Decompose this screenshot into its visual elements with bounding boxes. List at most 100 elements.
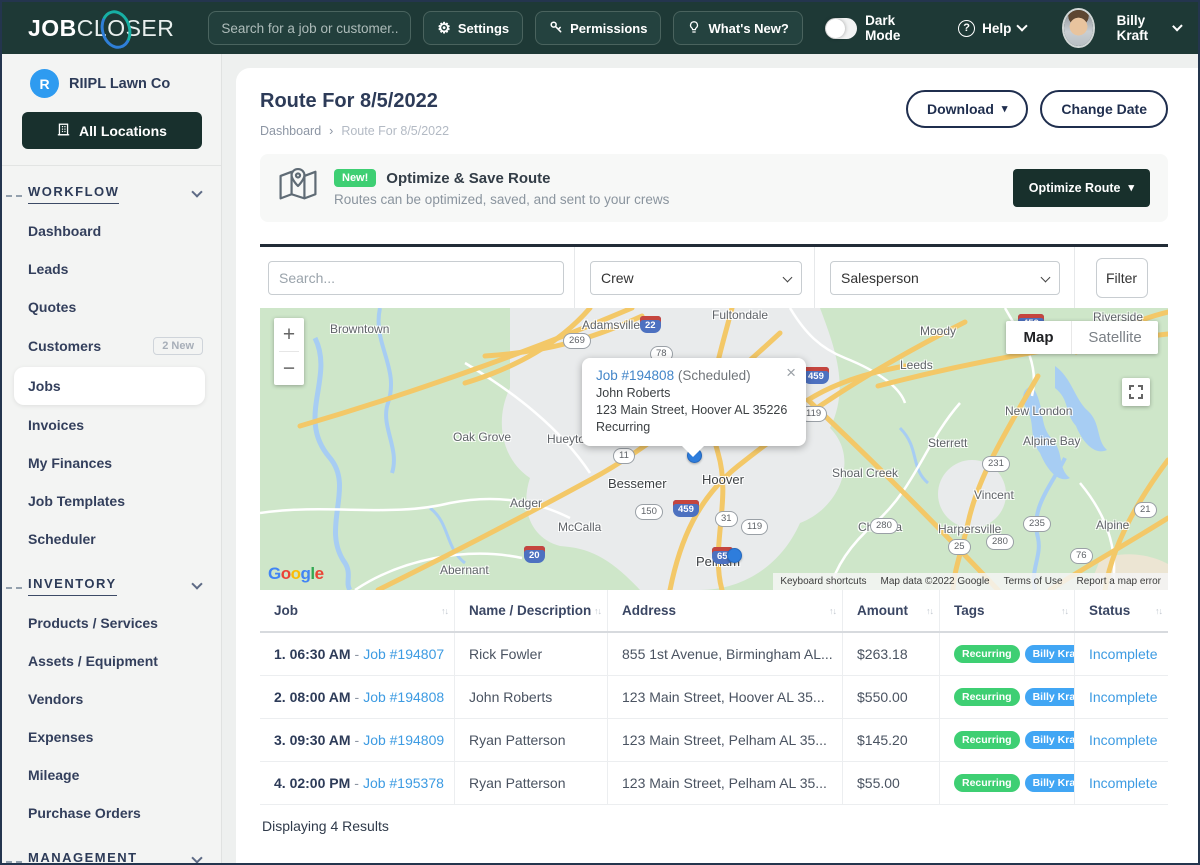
job-link[interactable]: Job #194808 — [363, 689, 444, 705]
sidebar-item-my-finances[interactable]: My Finances — [2, 444, 221, 482]
tag-pill-billy-kraft[interactable]: Billy Kraft — [1025, 645, 1075, 663]
permissions-button[interactable]: Permissions — [535, 11, 661, 45]
tag-pill-billy-kraft[interactable]: Billy Kraft — [1025, 731, 1075, 749]
sidebar-section-management[interactable]: MANAGEMENT — [2, 832, 221, 865]
map-info-window: × Job #194808 (Scheduled) John Roberts 1… — [582, 358, 806, 446]
sidebar-item-quotes[interactable]: Quotes — [2, 288, 221, 326]
sidebar-item-vendors[interactable]: Vendors — [2, 680, 221, 718]
sort-icon[interactable]: ↑↓ — [829, 606, 836, 616]
sidebar-item-leads[interactable]: Leads — [2, 250, 221, 288]
new-count-badge: 2 New — [153, 337, 203, 355]
tag-pill-billy-kraft[interactable]: Billy Kraft — [1025, 688, 1075, 706]
sidebar-item-mileage[interactable]: Mileage — [2, 756, 221, 794]
user-name: Billy Kraft — [1117, 13, 1165, 43]
interstate-shield-20: 20 — [524, 546, 545, 563]
page-title: Route For 8/5/2022 — [260, 90, 449, 113]
popup-job-link[interactable]: Job #194808 — [596, 368, 674, 383]
job-link[interactable]: Job #194807 — [363, 646, 444, 662]
route-map[interactable]: BrowntownAdamsvilleFultondaleMoodyLeedsR… — [260, 308, 1168, 590]
sidebar-item-job-templates[interactable]: Job Templates — [2, 482, 221, 520]
sidebar-nav: WORKFLOW DashboardLeadsQuotesCustomers2 N… — [2, 166, 221, 865]
sidebar-section-label: WORKFLOW — [28, 184, 119, 204]
download-button[interactable]: Download ▾ — [906, 90, 1028, 128]
zoom-in-button[interactable]: + — [274, 318, 304, 351]
job-link[interactable]: Job #195378 — [363, 775, 444, 791]
optimize-route-button[interactable]: Optimize Route ▾ — [1013, 169, 1150, 207]
job-number-time: 1. 06:30 AM — [274, 646, 351, 662]
crew-select[interactable]: Crew — [590, 261, 802, 295]
job-link[interactable]: Job #194809 — [363, 732, 444, 748]
user-menu[interactable]: Billy Kraft — [1117, 13, 1180, 43]
sidebar-item-expenses[interactable]: Expenses — [2, 718, 221, 756]
address-cell: 123 Main Street, Pelham AL 35... — [608, 719, 843, 761]
column-header-status[interactable]: Status↑↓ — [1075, 590, 1168, 631]
map-attribution-item[interactable]: Map data ©2022 Google — [873, 573, 996, 590]
map-city-label: Vincent — [974, 488, 1014, 502]
company-switcher[interactable]: R RIIPL Lawn Co — [2, 54, 221, 110]
map-city-label: Leeds — [900, 358, 933, 372]
breadcrumb-dashboard[interactable]: Dashboard — [260, 124, 321, 138]
tag-pill-recurring[interactable]: Recurring — [954, 774, 1020, 792]
close-icon[interactable]: × — [786, 364, 796, 381]
global-search-input[interactable] — [208, 11, 411, 45]
sort-icon[interactable]: ↑↓ — [1061, 606, 1068, 616]
map-attribution-item[interactable]: Keyboard shortcuts — [773, 573, 873, 590]
google-logo[interactable]: Google — [268, 564, 324, 584]
status-link[interactable]: Incomplete — [1089, 689, 1157, 705]
status-link[interactable]: Incomplete — [1089, 732, 1157, 748]
sidebar-item-invoices[interactable]: Invoices — [2, 406, 221, 444]
fullscreen-button[interactable] — [1122, 378, 1150, 406]
column-header-name-description[interactable]: Name / Description↑↓ — [455, 590, 608, 631]
tag-pill-recurring[interactable]: Recurring — [954, 645, 1020, 663]
filter-button[interactable]: Filter — [1096, 258, 1148, 298]
map-attribution-item[interactable]: Report a map error — [1070, 573, 1168, 590]
dark-mode-toggle[interactable] — [825, 18, 857, 39]
map-marker-2[interactable] — [727, 548, 742, 563]
sort-icon[interactable]: ↑↓ — [594, 606, 601, 616]
sidebar-item-jobs[interactable]: Jobs — [14, 367, 205, 405]
dash-separator: - — [354, 775, 359, 791]
sort-icon[interactable]: ↑↓ — [1155, 606, 1162, 616]
status-cell: Incomplete — [1075, 633, 1168, 675]
settings-button[interactable]: ⚙ Settings — [423, 11, 523, 45]
tag-pill-billy-kraft[interactable]: Billy Kraft — [1025, 774, 1075, 792]
sort-icon[interactable]: ↑↓ — [926, 606, 933, 616]
change-date-button[interactable]: Change Date — [1040, 90, 1168, 128]
map-attribution: Keyboard shortcutsMap data ©2022 GoogleT… — [773, 573, 1168, 590]
app-logo[interactable]: JOBCLOSER — [28, 15, 174, 42]
tag-pill-recurring[interactable]: Recurring — [954, 731, 1020, 749]
whats-new-button[interactable]: What's New? — [673, 11, 802, 45]
building-icon — [57, 123, 70, 139]
zoom-out-button[interactable]: − — [274, 352, 304, 385]
sidebar-section-workflow[interactable]: WORKFLOW — [2, 166, 221, 212]
map-attribution-item[interactable]: Terms of Use — [997, 573, 1070, 590]
table-row: 4. 02:00 PM-Job #195378Ryan Patterson123… — [260, 762, 1168, 805]
column-header-amount[interactable]: Amount ↑↓ — [843, 590, 940, 631]
column-header-job[interactable]: Job↑↓ — [260, 590, 455, 631]
route-badge-119: 119 — [741, 519, 768, 535]
sidebar-item-purchase-orders[interactable]: Purchase Orders — [2, 794, 221, 832]
popup-job-status: (Scheduled) — [678, 368, 751, 383]
route-search-input[interactable] — [268, 261, 564, 295]
tag-pill-recurring[interactable]: Recurring — [954, 688, 1020, 706]
status-link[interactable]: Incomplete — [1089, 646, 1157, 662]
sidebar-item-dashboard[interactable]: Dashboard — [2, 212, 221, 250]
sidebar-section-inventory[interactable]: INVENTORY — [2, 558, 221, 604]
column-header-address[interactable]: Address↑↓ — [608, 590, 843, 631]
help-menu[interactable]: ? Help — [958, 20, 1026, 37]
sidebar-item-assets-equipment[interactable]: Assets / Equipment — [2, 642, 221, 680]
sidebar-item-scheduler[interactable]: Scheduler — [2, 520, 221, 558]
sidebar-item-products-services[interactable]: Products / Services — [2, 604, 221, 642]
sidebar-item-customers[interactable]: Customers2 New — [2, 326, 221, 366]
settings-label: Settings — [458, 21, 509, 36]
sort-icon[interactable]: ↑↓ — [441, 606, 448, 616]
user-avatar[interactable] — [1064, 10, 1092, 46]
all-locations-button[interactable]: All Locations — [22, 112, 202, 149]
column-header-tags[interactable]: Tags↑↓ — [940, 590, 1075, 631]
salesperson-select[interactable]: Salesperson — [830, 261, 1060, 295]
status-link[interactable]: Incomplete — [1089, 775, 1157, 791]
column-label: Amount — [857, 603, 908, 618]
map-view-button[interactable]: Map — [1006, 321, 1072, 354]
satellite-view-button[interactable]: Satellite — [1072, 321, 1158, 354]
google-logo-letter: g — [301, 564, 311, 583]
